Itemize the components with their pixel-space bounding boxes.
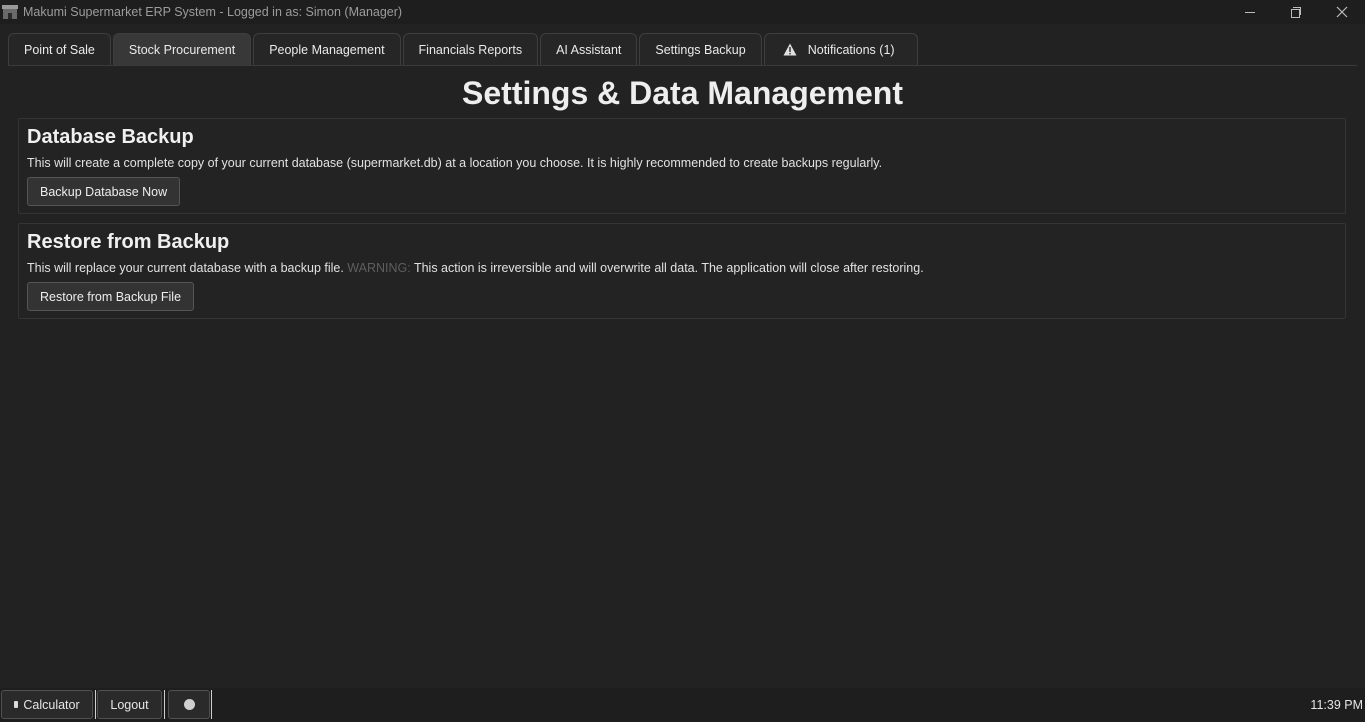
calculator-button[interactable]: Calculator bbox=[1, 690, 93, 719]
section-title: Database Backup bbox=[27, 126, 194, 148]
close-button[interactable] bbox=[1319, 0, 1365, 24]
tab-divider bbox=[8, 65, 1357, 66]
restore-backup-section: Restore from Backup This will replace yo… bbox=[18, 223, 1346, 319]
section-description: This will create a complete copy of your… bbox=[27, 156, 883, 170]
clock: 11:39 PM bbox=[1310, 698, 1363, 712]
page-title: Settings & Data Management bbox=[462, 75, 903, 111]
tab-stock-procurement[interactable]: Stock Procurement bbox=[112, 33, 252, 65]
section-description: This will replace your current database … bbox=[27, 261, 924, 275]
tab-label: Notifications (1) bbox=[807, 42, 895, 57]
minimize-button[interactable] bbox=[1227, 0, 1273, 24]
description-suffix: This action is irreversible and will ove… bbox=[410, 261, 924, 275]
tab-label: People Management bbox=[269, 42, 385, 57]
close-icon bbox=[1336, 6, 1348, 18]
tab-label: Stock Procurement bbox=[128, 42, 236, 57]
section-title: Restore from Backup bbox=[27, 231, 230, 253]
database-backup-section: Database Backup This will create a compl… bbox=[18, 118, 1346, 214]
restore-backup-button[interactable]: Restore from Backup File bbox=[27, 282, 195, 311]
tab-label: AI Assistant bbox=[556, 42, 622, 57]
store-icon bbox=[2, 4, 18, 20]
tab-label: Point of Sale bbox=[24, 42, 95, 57]
tab-bar: Point of Sale Stock Procurement People M… bbox=[8, 33, 920, 66]
logout-button[interactable]: Logout bbox=[97, 690, 162, 719]
description-prefix: This will replace your current database … bbox=[27, 261, 348, 275]
minimize-icon bbox=[1245, 11, 1255, 13]
backup-database-button[interactable]: Backup Database Now bbox=[27, 177, 181, 206]
calculator-label: Calculator bbox=[23, 697, 80, 712]
divider bbox=[164, 690, 165, 719]
warning-label: WARNING: bbox=[347, 261, 411, 275]
title-bar: Makumi Supermarket ERP System - Logged i… bbox=[0, 0, 1365, 24]
theme-toggle-button[interactable] bbox=[168, 690, 210, 719]
tab-notifications[interactable]: Notifications (1) bbox=[763, 33, 918, 65]
divider bbox=[211, 690, 212, 719]
tab-point-of-sale[interactable]: Point of Sale bbox=[8, 33, 111, 65]
theme-toggle-icon bbox=[183, 699, 195, 710]
calculator-icon bbox=[14, 701, 19, 708]
warning-icon bbox=[783, 43, 797, 56]
window-title: Makumi Supermarket ERP System - Logged i… bbox=[23, 5, 403, 19]
window-controls bbox=[1227, 0, 1365, 24]
tab-label: Financials Reports bbox=[418, 42, 523, 57]
tab-label: Settings Backup bbox=[655, 42, 746, 57]
tab-ai-assistant[interactable]: AI Assistant bbox=[540, 33, 638, 65]
divider bbox=[95, 690, 96, 719]
status-bar: Calculator Logout 11:39 PM bbox=[0, 688, 1365, 722]
tab-financials-reports[interactable]: Financials Reports bbox=[402, 33, 539, 65]
restore-icon bbox=[1291, 7, 1301, 18]
tab-settings-backup[interactable]: Settings Backup bbox=[639, 33, 762, 65]
tab-people-management[interactable]: People Management bbox=[253, 33, 401, 65]
restore-button[interactable] bbox=[1273, 0, 1319, 24]
